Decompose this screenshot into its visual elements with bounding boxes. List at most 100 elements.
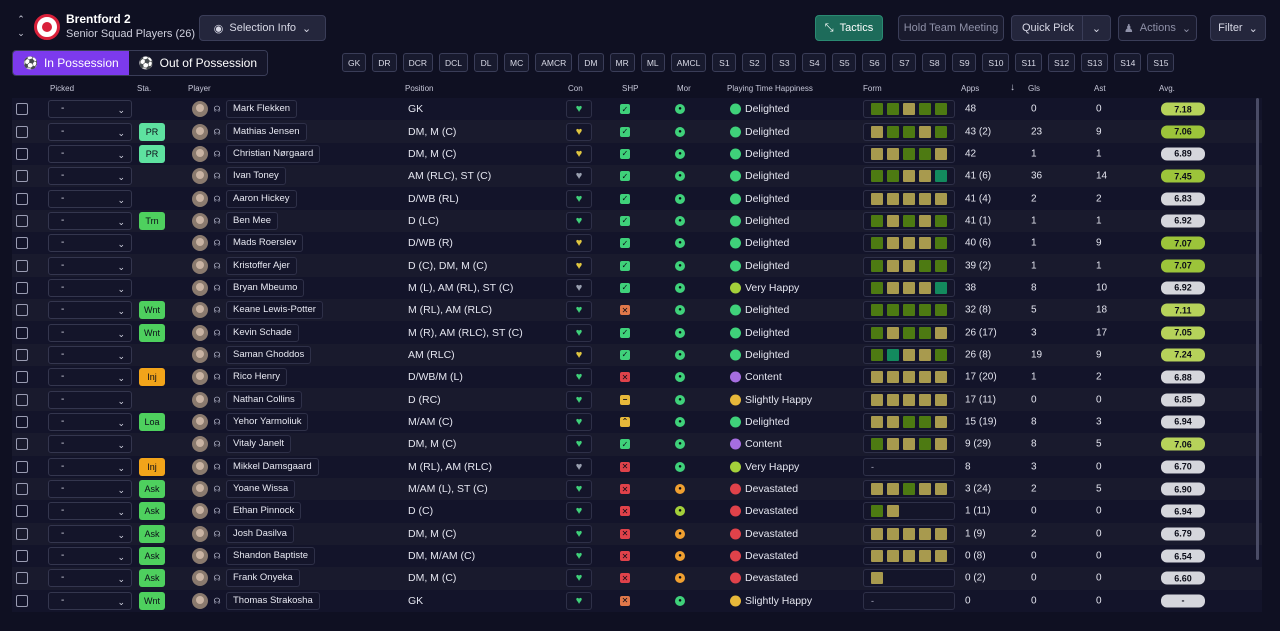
picked-select[interactable]: - ⌄ — [48, 524, 132, 543]
sort-down-icon[interactable]: ↓ — [1010, 82, 1015, 93]
form-strip[interactable] — [863, 278, 955, 297]
position-button-dr[interactable]: DR — [372, 53, 397, 72]
nav-arrows[interactable]: ⌃ ⌄ — [14, 12, 28, 40]
position-button-s1[interactable]: S1 — [712, 53, 737, 72]
status-badge[interactable]: Loa — [139, 412, 165, 431]
table-row[interactable]: - ⌄ ☊ Saman Ghoddos AM (RLC) ♥ ✓ ● Delighted 26 (… — [12, 343, 1262, 367]
player-name[interactable]: Vitaly Janelt — [226, 435, 292, 454]
row-checkbox[interactable] — [16, 460, 28, 473]
player-name[interactable]: Mathias Jensen — [226, 122, 307, 141]
table-row[interactable]: - ⌄ ☊ Aaron Hickey D/WB (RL) ♥ ✓ ● Delighted 41 (… — [12, 187, 1262, 210]
table-row[interactable]: - ⌄ Ask ☊ Josh Dasilva DM, M (C) ♥ ✕ ● Devastated… — [12, 522, 1262, 545]
form-strip[interactable] — [863, 390, 955, 409]
form-strip[interactable] — [863, 144, 955, 163]
player-name[interactable]: Aaron Hickey — [226, 189, 297, 208]
row-checkbox[interactable] — [16, 393, 28, 406]
col-picked[interactable]: Picked — [50, 84, 74, 93]
picked-select[interactable]: - ⌄ — [48, 234, 132, 253]
table-row[interactable]: - ⌄ ☊ Vitaly Janelt DM, M (C) ♥ ✓ ● Content 9 (29… — [12, 433, 1262, 456]
squad-dropdown[interactable]: Senior Squad Players (26) — [66, 28, 195, 40]
row-checkbox[interactable] — [16, 572, 28, 585]
player-name[interactable]: Keane Lewis-Potter — [226, 301, 323, 320]
form-strip[interactable] — [863, 569, 955, 588]
form-strip[interactable] — [863, 301, 955, 320]
table-row[interactable]: - ⌄ Ask ☊ Ethan Pinnock D (C) ♥ ✕ ● Devastated 1 (… — [12, 500, 1262, 523]
position-button-s11[interactable]: S11 — [1015, 53, 1042, 72]
position-button-dm[interactable]: DM — [578, 53, 604, 72]
status-badge[interactable]: Ask — [139, 502, 165, 521]
player-name[interactable]: Josh Dasilva — [226, 524, 294, 543]
status-badge[interactable]: Wnt — [139, 301, 165, 320]
picked-select[interactable]: - ⌄ — [48, 301, 132, 320]
headphones-icon[interactable]: ☊ — [212, 529, 222, 538]
position-button-s14[interactable]: S14 — [1114, 53, 1142, 72]
status-badge[interactable]: PR — [139, 122, 165, 141]
table-row[interactable]: - ⌄ Inj ☊ Rico Henry D/WB/M (L) ♥ ✕ ● Content 17 (… — [12, 366, 1262, 389]
headphones-icon[interactable]: ☊ — [212, 485, 222, 494]
picked-select[interactable]: - ⌄ — [48, 345, 132, 364]
form-strip[interactable] — [863, 502, 955, 521]
headphones-icon[interactable]: ☊ — [212, 172, 222, 181]
headphones-icon[interactable]: ☊ — [212, 574, 222, 583]
headphones-icon[interactable]: ☊ — [212, 462, 222, 471]
position-button-s9[interactable]: S9 — [952, 53, 977, 72]
col-apps[interactable]: Apps — [961, 84, 979, 93]
headphones-icon[interactable]: ☊ — [212, 306, 222, 315]
table-row[interactable]: - ⌄ ☊ Kristoffer Ajer D (C), DM, M (C) ♥ ✓ ● Del… — [12, 254, 1262, 277]
player-name[interactable]: Frank Onyeka — [226, 569, 300, 588]
scrollbar[interactable] — [1256, 98, 1259, 560]
position-button-mr[interactable]: MR — [609, 53, 635, 72]
row-checkbox[interactable] — [16, 594, 28, 607]
row-checkbox[interactable] — [16, 170, 28, 183]
row-checkbox[interactable] — [16, 415, 28, 428]
position-button-s15[interactable]: S15 — [1147, 53, 1175, 72]
row-checkbox[interactable] — [16, 505, 28, 518]
position-button-s13[interactable]: S13 — [1081, 53, 1109, 72]
player-name[interactable]: Christian Nørgaard — [226, 144, 321, 163]
player-name[interactable]: Nathan Collins — [226, 390, 302, 409]
row-checkbox[interactable] — [16, 371, 28, 384]
position-button-s8[interactable]: S8 — [922, 53, 947, 72]
table-row[interactable]: - ⌄ Trn ☊ Ben Mee D (LC) ♥ ✓ ● Delighted 41 (1) 1 1 6… — [12, 209, 1262, 233]
picked-select[interactable]: - ⌄ — [48, 122, 132, 141]
row-checkbox[interactable] — [16, 326, 28, 339]
picked-select[interactable]: - ⌄ — [48, 256, 132, 275]
picked-select[interactable]: - ⌄ — [48, 144, 132, 163]
player-name[interactable]: Thomas Strakosha — [226, 591, 320, 610]
position-button-dcr[interactable]: DCR — [402, 53, 433, 72]
position-button-s12[interactable]: S12 — [1047, 53, 1076, 72]
picked-select[interactable]: - ⌄ — [48, 480, 132, 499]
picked-select[interactable]: - ⌄ — [48, 502, 132, 521]
picked-select[interactable]: - ⌄ — [48, 368, 132, 387]
position-button-dcl[interactable]: DCL — [438, 53, 468, 72]
hold-team-meeting-button[interactable]: Hold Team Meeting — [898, 15, 1004, 41]
position-button-gk[interactable]: GK — [342, 53, 367, 72]
picked-select[interactable]: - ⌄ — [48, 278, 132, 297]
table-row[interactable]: - ⌄ ☊ Bryan Mbeumo M (L), AM (RL), ST (C) ♥ ✓ ●… — [12, 276, 1262, 300]
player-name[interactable]: Kevin Schade — [226, 323, 299, 342]
position-button-s4[interactable]: S4 — [802, 53, 827, 72]
headphones-icon[interactable]: ☊ — [212, 149, 222, 158]
headphones-icon[interactable]: ☊ — [212, 507, 222, 516]
headphones-icon[interactable]: ☊ — [212, 373, 222, 382]
table-row[interactable]: - ⌄ Ask ☊ Shandon Baptiste DM, M/AM (C) ♥ ✕ ● Dev… — [12, 544, 1262, 568]
form-strip[interactable] — [863, 368, 955, 387]
col-ast[interactable]: Ast — [1094, 84, 1106, 93]
row-checkbox[interactable] — [16, 550, 28, 563]
table-row[interactable]: - ⌄ ☊ Mads Roerslev D/WB (R) ♥ ✓ ● Delighted 40 (… — [12, 232, 1262, 255]
picked-select[interactable]: - ⌄ — [48, 569, 132, 588]
row-checkbox[interactable] — [16, 438, 28, 451]
row-checkbox[interactable] — [16, 304, 28, 317]
position-button-s10[interactable]: S10 — [982, 53, 1010, 72]
col-con[interactable]: Con — [568, 84, 583, 93]
col-shp[interactable]: SHP — [622, 84, 638, 93]
position-button-ml[interactable]: ML — [640, 53, 665, 72]
row-checkbox[interactable] — [16, 147, 28, 160]
player-name[interactable]: Rico Henry — [226, 368, 287, 387]
picked-select[interactable]: - ⌄ — [48, 167, 132, 186]
form-strip[interactable] — [863, 167, 955, 186]
headphones-icon[interactable]: ☊ — [212, 283, 222, 292]
headphones-icon[interactable]: ☊ — [212, 552, 222, 561]
position-button-s3[interactable]: S3 — [772, 53, 797, 72]
form-strip[interactable]: - — [863, 457, 955, 476]
